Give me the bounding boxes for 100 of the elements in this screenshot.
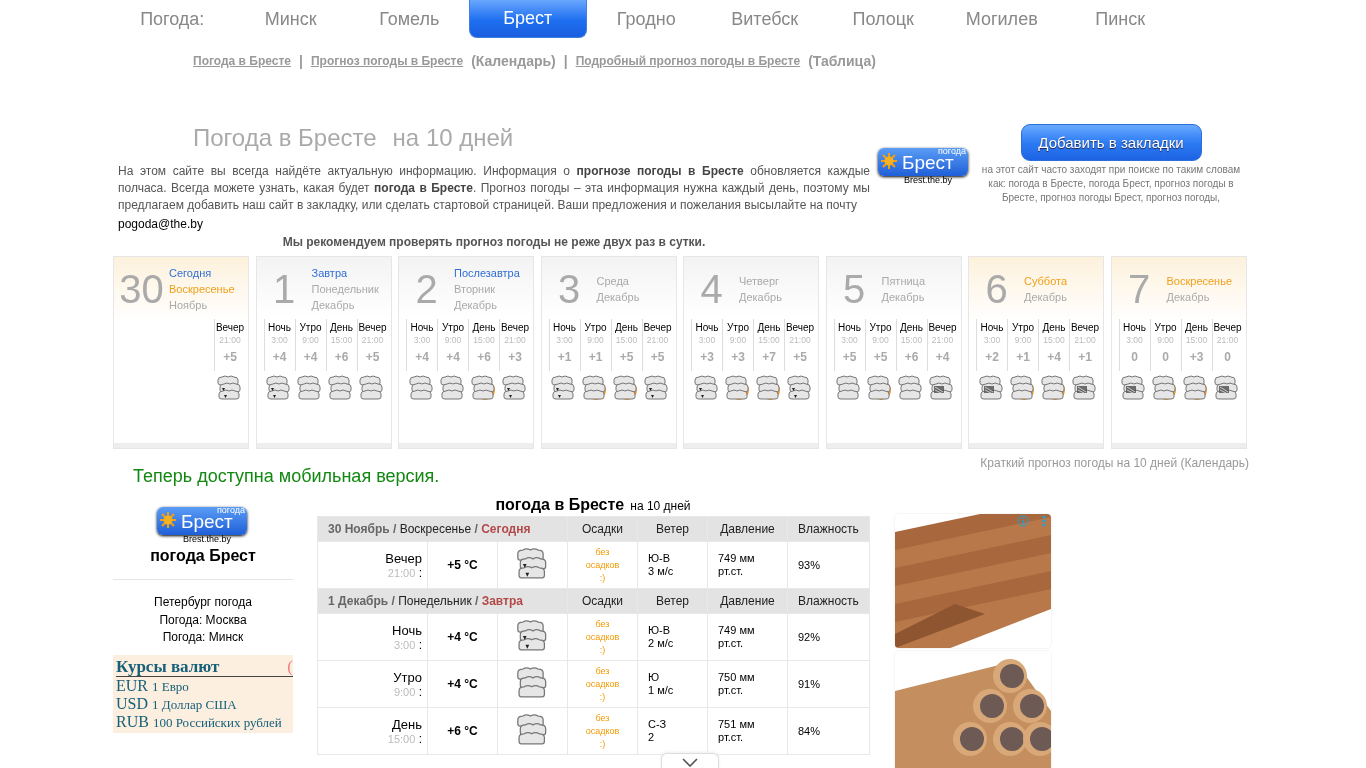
day-label: Понедельник [311,282,379,297]
page-title: Погода в Бресте [193,124,377,151]
more-icon[interactable] [1042,515,1046,527]
day-label: Воскресенье [1166,274,1233,289]
logo-title: Брест [181,512,233,532]
currency-corner-mark: ( [287,656,293,676]
column-header: Ветер [656,594,689,608]
info-icon[interactable] [1017,515,1029,527]
temperature: +4 [272,349,287,366]
period-name: Вечер [785,321,815,334]
period-name: День [472,321,496,334]
humidity-text: 91% [798,677,821,691]
day-number: 7 [1126,266,1152,313]
day-label: Послезавтра [454,266,520,281]
currency-name: 1 Доллар США [152,696,237,712]
temperature: +3 [1189,349,1204,366]
pressure-text: 749 мм рт.ст. [718,624,756,650]
day-number: 4 [699,266,724,313]
period-time: 9:00 [444,334,462,347]
temperature: +5 [793,349,807,366]
temperature: +4 [935,349,950,366]
city-tab[interactable]: Витебск [705,0,824,38]
city-tab[interactable]: Гродно [587,0,706,38]
wind-speed: 2 м/с [648,637,674,650]
logo-caption: погода [937,146,966,156]
day-number: 30 [118,266,165,313]
humidity-text: 92% [798,630,821,644]
day-label: Декабрь [454,298,498,313]
temperature: +4 [415,349,429,366]
temperature: +3 [731,349,745,366]
city-tab[interactable]: Минск [231,0,350,38]
day-number: 3 [556,266,582,313]
period-time: 21:00 [646,334,669,347]
table-title: погода в Бресте [495,496,625,513]
day-label: Декабрь [311,298,356,313]
city-tab[interactable]: Могилев [942,0,1061,38]
day-label: Декабрь [881,290,926,305]
period-name: Утро [584,321,607,334]
slash-text: / [475,594,479,608]
link-note: (Таблица) [808,53,876,69]
period-name: Утро [726,321,750,334]
calendar-link[interactable]: Краткий прогноз погоды на 10 дней (Календарь) [980,456,1249,470]
temperature: 0 [1162,349,1169,366]
temperature: +5 [842,349,857,366]
period-name: День [1184,321,1209,334]
city-tab[interactable]: Брест [468,0,587,38]
temperature: +4 °C [447,677,478,691]
wind-speed: 1 м/с [648,684,674,697]
logo-domain: Brest.the.by [183,534,232,544]
temperature: +5 [650,349,665,366]
link-note: (Календарь) [471,53,556,69]
logo-title: Брест [902,153,954,173]
column-header: Осадки [582,522,623,536]
page-link[interactable]: Подробный прогноз погоды в Бресте [575,54,801,68]
period-time: 3:00 [413,334,431,347]
city-tab[interactable]: Полоцк [824,0,943,38]
day-label: Четверг [739,274,781,289]
page-link[interactable]: Прогноз погоды в Бресте [310,54,464,68]
collapse-button[interactable] [661,753,719,768]
temperature: +1 [588,349,603,366]
period-name: Ночь [391,622,422,638]
temperature: +5 °C [447,558,478,572]
city-link[interactable]: Погода: Минск [113,629,293,647]
sidebar-title: погода Брест [149,547,257,565]
temperature: +5 [365,349,380,366]
pressure-text: 750 мм рт.ст. [718,671,756,697]
page-link[interactable]: Погода в Бресте [193,54,291,68]
period-name: День [614,321,639,334]
sun-icon [881,153,897,169]
city-tab[interactable]: Гомель [350,0,469,38]
day-label: Декабрь [1024,290,1068,305]
city-link[interactable]: Петербург погода [113,594,293,612]
period-time: 3:00 [271,334,288,347]
period-name: Вечер [1070,321,1100,334]
period-name: Ночь [1123,321,1146,334]
separator: | [299,53,303,69]
city-tab[interactable]: Пинск [1061,0,1180,38]
period-name: Вечер [643,321,672,334]
temperature: +5 [873,349,888,366]
period-time: 15:00 [615,334,638,347]
precipitation-text: без осадков :) [584,711,621,751]
period-name: День [1042,321,1066,334]
temperature: +4 [446,349,460,366]
city-link[interactable]: Погода: Москва [113,611,293,629]
period-name: День [391,716,422,732]
period-name: День [757,321,781,334]
relative-day: Завтра [481,594,523,608]
email-link[interactable]: pogoda@the.by [118,216,203,233]
precipitation-text: без осадков :) [584,617,621,657]
column-header: Ветер [656,522,689,536]
period-time: 3:00 [393,638,416,651]
day-label: Пятница [881,274,926,289]
period-time: 15:00 [1185,334,1208,347]
period-name: Ночь [980,321,1004,334]
day-label: Декабрь [596,290,640,305]
currency-code: USD [116,694,148,712]
wind-speed: 2 [648,731,655,744]
time-separator: : [418,731,422,746]
temperature: +7 [762,349,776,366]
bookmark-button[interactable]: Добавить в закладки [1020,124,1202,161]
